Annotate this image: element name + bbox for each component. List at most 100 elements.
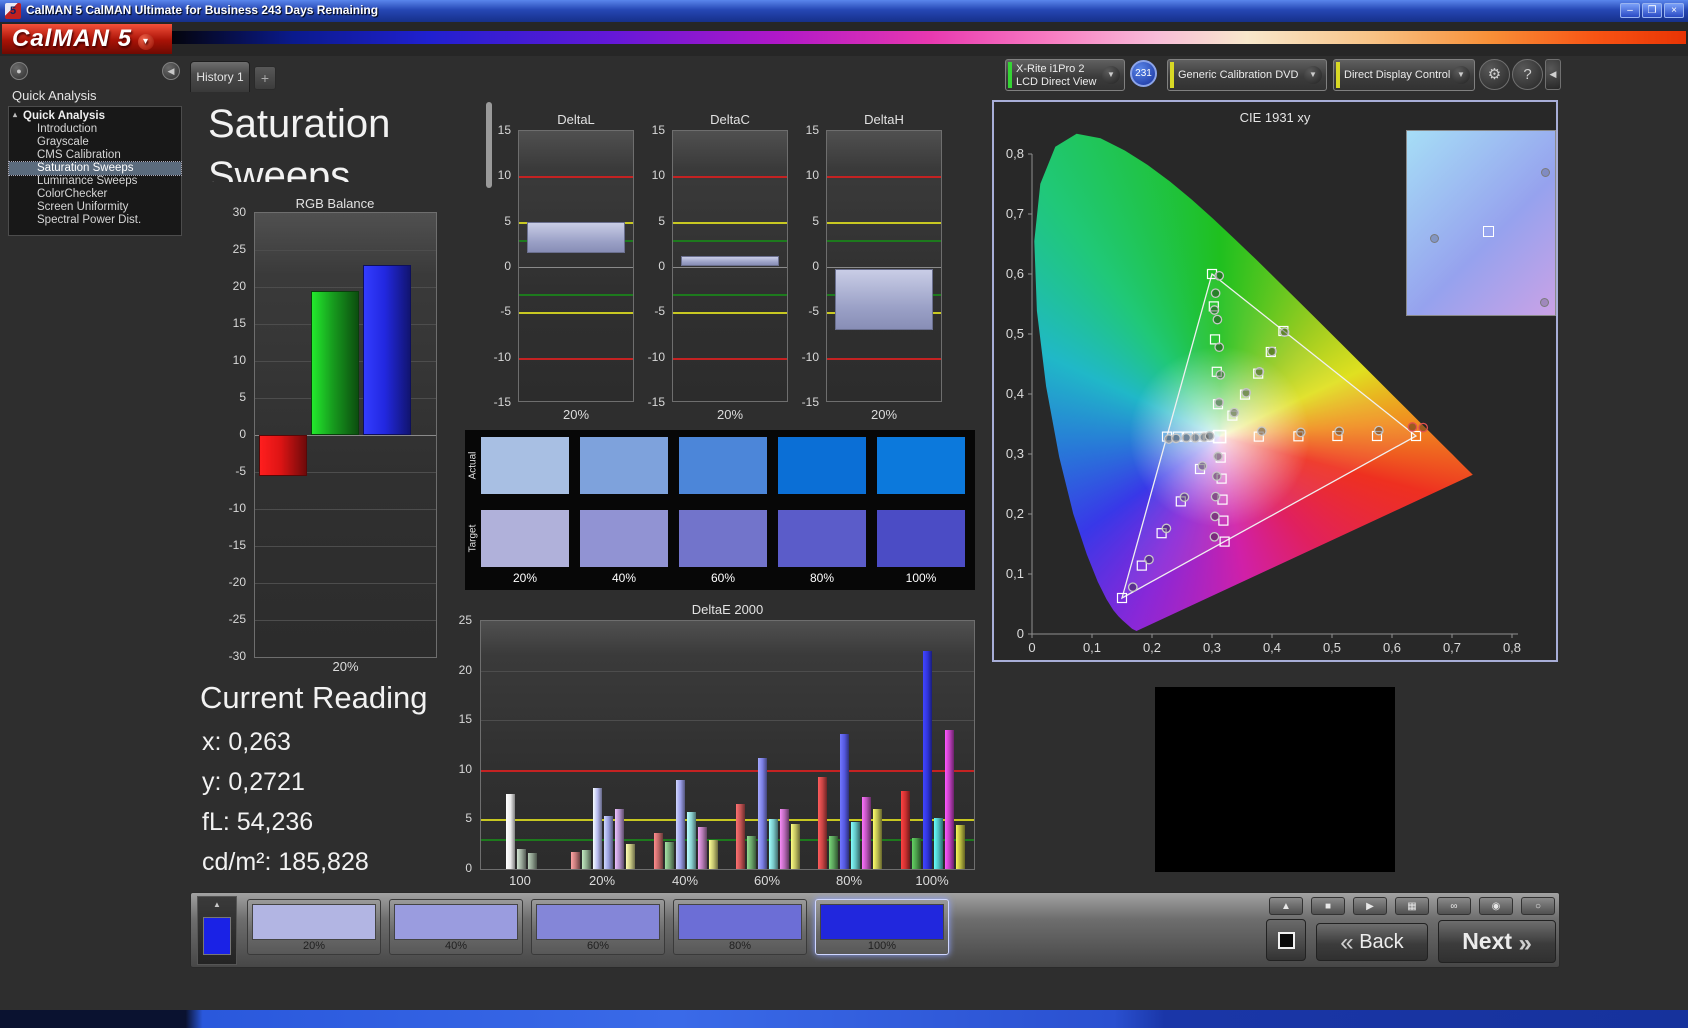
svg-text:0,5: 0,5 xyxy=(1006,326,1024,341)
delta-e-bar xyxy=(780,809,789,869)
patch-button-20%[interactable]: 20% xyxy=(247,899,381,955)
actual-swatch-100% xyxy=(877,437,965,494)
sidebar-item-cms-calibration[interactable]: CMS Calibration xyxy=(9,149,181,162)
meter-name: X-Rite i1Pro 2 xyxy=(1016,63,1085,75)
delta-e-bar xyxy=(626,844,635,869)
settings-gear-icon[interactable]: ⚙ xyxy=(1479,59,1510,90)
patch-swatch xyxy=(394,904,518,940)
reference-line xyxy=(519,357,633,360)
y-tick-label: -20 xyxy=(228,575,246,589)
minimize-button[interactable]: – xyxy=(1620,3,1640,18)
delta-e-title: DeltaE 2000 xyxy=(691,602,764,617)
reference-line xyxy=(519,176,633,179)
patch-button-60%[interactable]: 60% xyxy=(531,899,665,955)
toolbar-collapse-icon[interactable]: ◀ xyxy=(1545,59,1561,90)
delta-e-bar xyxy=(676,779,685,869)
back-chevron-icon: « xyxy=(1340,929,1354,956)
reference-line xyxy=(673,239,787,242)
maximize-button[interactable]: ❐ xyxy=(1642,3,1662,18)
sidebar-item-saturation-sweeps[interactable]: Saturation Sweeps xyxy=(8,161,182,176)
delta-plot-2 xyxy=(826,130,942,402)
gridline xyxy=(255,546,436,547)
y-tick-label: 5 xyxy=(465,811,472,826)
sidebar-item-luminance-sweeps[interactable]: Luminance Sweeps xyxy=(9,175,181,188)
rgb-bar-green xyxy=(311,290,359,435)
reading-cdm: cd/m²: 185,828 xyxy=(202,848,369,876)
display-dropdown-icon[interactable]: ▼ xyxy=(1452,66,1470,84)
source-dropdown-icon[interactable]: ▼ xyxy=(1304,66,1322,84)
delta-e-bar xyxy=(654,833,663,869)
target-swatch-60% xyxy=(679,510,767,567)
delta-e-bar xyxy=(747,836,756,869)
meter-dropdown[interactable]: X-Rite i1Pro 2 LCD Direct View ▼ xyxy=(1005,59,1125,91)
expand-button[interactable]: ▲ xyxy=(1269,897,1303,915)
zero-line xyxy=(673,267,787,268)
pattern-button[interactable]: ▦ xyxy=(1395,897,1429,915)
actual-target-panel: Actual Target 20% 40% 60% 80% 100% xyxy=(465,430,975,590)
svg-text:0,1: 0,1 xyxy=(1006,566,1024,581)
logo-dropdown-icon[interactable]: ▾ xyxy=(138,34,155,50)
y-tick-label: 0 xyxy=(465,861,472,875)
add-tab-button[interactable]: + xyxy=(254,66,276,90)
svg-text:0,3: 0,3 xyxy=(1203,640,1221,655)
sidebar-collapse-button[interactable]: ◀ xyxy=(162,62,180,80)
y-tick-label: -10 xyxy=(228,501,246,515)
sidebar-item-screen-uniformity[interactable]: Screen Uniformity xyxy=(9,201,181,214)
y-tick-label: 10 xyxy=(458,761,472,776)
meter-dropdown-icon[interactable]: ▼ xyxy=(1102,66,1120,84)
y-tick-label: 15 xyxy=(497,123,511,137)
back-button[interactable]: « Back xyxy=(1316,923,1428,961)
delta-plot-1 xyxy=(672,130,788,402)
application-window: 5 CalMAN 5 CalMAN Ultimate for Business … xyxy=(0,0,1688,1028)
close-button[interactable]: × xyxy=(1664,3,1684,18)
tree-expand-icon: ▴ xyxy=(13,110,18,119)
y-tick-label: 15 xyxy=(805,123,819,137)
y-tick-label: 10 xyxy=(651,168,665,183)
delta-xlabel-2: 20% xyxy=(870,407,898,422)
patch-expand-icon[interactable]: ▲ xyxy=(207,899,227,911)
continuous-button[interactable]: ∞ xyxy=(1437,897,1471,915)
sidebar-item-grayscale[interactable]: Grayscale xyxy=(9,136,181,149)
y-tick-label: 15 xyxy=(651,123,665,137)
patch-button-80%[interactable]: 80% xyxy=(673,899,807,955)
gridline xyxy=(255,583,436,584)
pattern-stop-button[interactable] xyxy=(1266,919,1306,961)
svg-text:0: 0 xyxy=(1028,640,1035,655)
display-control-dropdown[interactable]: Direct Display Control ▼ xyxy=(1333,59,1475,91)
y-tick-label: -5 xyxy=(500,304,511,319)
delta-bar xyxy=(835,268,933,331)
patch-label: 60% xyxy=(586,940,610,952)
meter-mode: LCD Direct View xyxy=(1016,76,1097,88)
target-swatch-40% xyxy=(580,510,668,567)
delta-e-bar xyxy=(912,838,921,869)
source-dropdown[interactable]: Generic Calibration DVD ▼ xyxy=(1167,59,1327,91)
stop-button[interactable]: ■ xyxy=(1311,897,1345,915)
play-button[interactable]: ▶ xyxy=(1353,897,1387,915)
sidebar-item-spectral-power-dist-[interactable]: Spectral Power Dist. xyxy=(9,214,181,227)
source-name: Generic Calibration DVD xyxy=(1178,69,1299,81)
workflow-options-button[interactable]: ● xyxy=(10,62,28,80)
reading-x: x: 0,263 xyxy=(202,728,291,756)
sidebar-item-colorchecker[interactable]: ColorChecker xyxy=(9,188,181,201)
y-tick-label: 15 xyxy=(458,712,472,727)
patch-button-100%[interactable]: 100% xyxy=(815,899,949,955)
tab-history-1[interactable]: History 1 xyxy=(190,61,250,92)
tree-root[interactable]: ▴ Quick Analysis xyxy=(9,109,181,123)
y-tick-label: -5 xyxy=(808,304,819,319)
windows-taskbar[interactable] xyxy=(0,1010,1688,1028)
delta-chart-title-2: DeltaH xyxy=(864,112,904,127)
next-button[interactable]: Next » xyxy=(1438,920,1556,963)
record-button[interactable]: ◉ xyxy=(1479,897,1513,915)
reference-line xyxy=(827,357,941,360)
svg-text:0,6: 0,6 xyxy=(1383,640,1401,655)
sidebar-item-introduction[interactable]: Introduction xyxy=(9,123,181,136)
y-tick-label: 5 xyxy=(658,213,665,228)
delta-e-bar xyxy=(901,790,910,869)
display-status-indicator xyxy=(1336,62,1340,88)
delta-e-plot xyxy=(480,620,975,870)
rgb-balance-title: RGB Balance xyxy=(295,196,375,211)
help-icon[interactable]: ? xyxy=(1512,59,1543,90)
patch-button-40%[interactable]: 40% xyxy=(389,899,523,955)
delta-e-bar xyxy=(527,853,537,869)
idle-button[interactable]: ○ xyxy=(1521,897,1555,915)
